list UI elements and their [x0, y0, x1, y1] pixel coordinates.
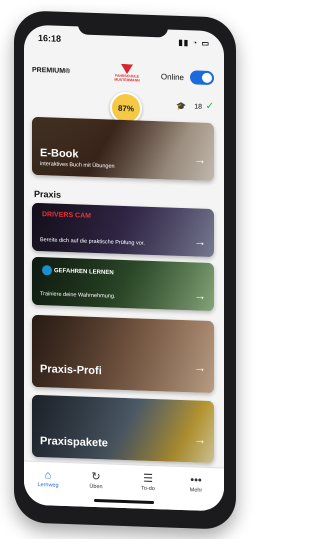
tab-label: Mehr	[189, 487, 203, 494]
tab-lernweg[interactable]: ⌂ Lernweg	[28, 468, 68, 489]
card-overlay	[32, 314, 214, 394]
tab-ueben[interactable]: ↻ Üben	[76, 469, 116, 490]
completed-count: 18	[194, 103, 202, 111]
drivers-cam-card[interactable]: DRIVERS CAM Bereite dich auf die praktis…	[32, 202, 214, 258]
arrow-right-icon: →	[194, 152, 206, 167]
ebook-title: E-Book	[40, 147, 79, 161]
arrow-right-icon: →	[194, 288, 206, 303]
school-logo-icon	[121, 64, 133, 74]
school-logo: FAHRSCHULE MUSTERMANN	[104, 63, 150, 85]
section-title: Praxis	[34, 188, 62, 200]
arrow-right-icon: →	[194, 234, 206, 249]
praxis-profi-card[interactable]: Praxis-Profi →	[32, 314, 214, 394]
tab-label: To-do	[141, 485, 155, 493]
praxispakete-title: Praxispakete	[40, 435, 108, 450]
tab-bar: ⌂ Lernweg ↻ Üben ☰ To-do ••• Mehr	[24, 460, 224, 512]
gefahren-logo-icon	[42, 265, 52, 276]
app-header: PREMIUM® FAHRSCHULE MUSTERMANN Online 87…	[24, 53, 224, 125]
plan-label: PREMIUM®	[32, 66, 71, 76]
tab-mehr[interactable]: ••• Mehr	[176, 473, 216, 494]
check-icon: ✓	[205, 100, 214, 113]
status-time: 16:18	[38, 32, 62, 44]
gefahren-logo-text: GEFAHREN LERNEN	[54, 268, 114, 277]
toggle-knob	[202, 72, 212, 84]
list-icon: ☰	[143, 472, 153, 486]
tab-label: Lernweg	[37, 481, 59, 489]
gefahren-lernen-card[interactable]: GEFAHREN LERNEN Trainiere deine Wahrnehm…	[32, 256, 214, 312]
ebook-card[interactable]: E-Book interaktives Buch mit Übungen →	[32, 116, 214, 182]
refresh-icon: ↻	[91, 470, 101, 484]
praxispakete-card[interactable]: Praxispakete →	[32, 394, 214, 464]
graduation-cap-icon: 🎓	[176, 101, 186, 112]
online-toggle[interactable]	[190, 70, 214, 86]
home-icon: ⌂	[44, 469, 52, 482]
praxis-profi-title: Praxis-Profi	[40, 363, 102, 378]
card-overlay	[32, 394, 214, 464]
school-logo-text: FAHRSCHULE MUSTERMANN	[114, 73, 140, 83]
arrow-right-icon: →	[194, 360, 206, 375]
more-icon: •••	[190, 474, 202, 487]
arrow-right-icon: →	[194, 432, 206, 447]
tab-todo[interactable]: ☰ To-do	[128, 471, 168, 492]
app-screen: 16:18 ▮▮ ◔ ▭ PREMIUM® FAHRSCHULE MUSTERM…	[24, 24, 224, 512]
system-icons: ▮▮ ◔ ▭	[178, 37, 210, 49]
tab-label: Üben	[89, 483, 103, 491]
online-label: Online	[160, 72, 184, 83]
